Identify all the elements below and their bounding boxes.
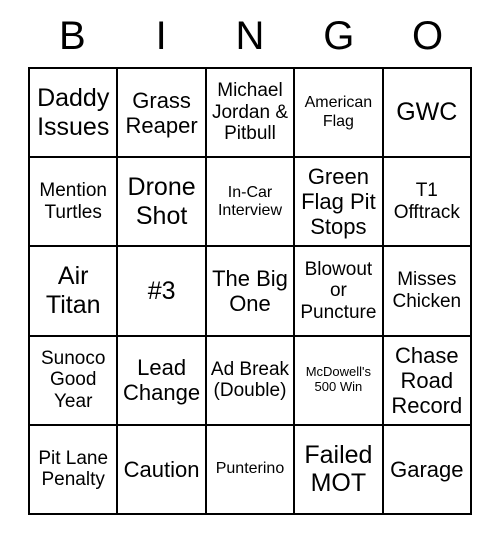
bingo-cell-label: Green Flag Pit Stops — [301, 164, 376, 240]
bingo-cell[interactable]: Air Titan — [30, 247, 119, 337]
bingo-cell-label: Daddy Issues — [37, 84, 110, 141]
bingo-cell[interactable]: The Big One — [206, 247, 296, 337]
bingo-cell-label: The Big One — [212, 265, 288, 316]
bingo-cell-label: Blowout or Puncture — [300, 258, 377, 323]
bingo-cell[interactable]: Chase Road Record — [383, 336, 472, 426]
bingo-cell[interactable]: Garage — [383, 425, 472, 515]
bingo-cell[interactable]: Drone Shot — [118, 158, 207, 248]
bingo-header: B I N G O — [28, 8, 472, 64]
bingo-cell-label: In-Car Interview — [217, 183, 282, 219]
bingo-cell[interactable]: Caution — [118, 425, 207, 515]
bingo-cell-label: Pit Lane Penalty — [38, 447, 109, 491]
header-letter-i: I — [155, 14, 167, 58]
bingo-cell[interactable]: Green Flag Pit Stops — [295, 158, 384, 248]
bingo-cell[interactable]: #3 — [118, 247, 207, 337]
bingo-cell[interactable]: Punterino — [206, 425, 296, 515]
bingo-cell-label: Sunoco Good Year — [40, 347, 106, 413]
bingo-cell-label: Ad Break (Double) — [210, 358, 290, 402]
bingo-cell-label: T1 Offtrack — [393, 180, 460, 223]
bingo-cell[interactable]: GWC — [383, 69, 472, 159]
bingo-cell-label: Lead Change — [123, 355, 201, 406]
bingo-cell-label: Chase Road Record — [391, 342, 463, 418]
bingo-cell[interactable]: Mention Turtles — [30, 158, 119, 248]
bingo-cell-label: Misses Chicken — [392, 269, 462, 312]
bingo-cell-label: Michael Jordan & Pitbull — [211, 80, 289, 145]
header-letter-o: O — [412, 14, 444, 58]
header-letter-g: G — [323, 14, 355, 58]
header-letter-n: N — [235, 14, 265, 58]
bingo-cell[interactable]: Sunoco Good Year — [30, 336, 119, 426]
bingo-cell[interactable]: In-Car Interview — [206, 158, 296, 248]
bingo-cell-label: Garage — [390, 456, 464, 482]
bingo-cell-label: #3 — [147, 276, 176, 305]
bingo-cell-label: Drone Shot — [127, 173, 196, 230]
bingo-cell-label: Grass Reaper — [125, 87, 198, 138]
bingo-cell[interactable]: American Flag — [295, 69, 384, 159]
bingo-grid: Daddy Issues Grass Reaper Michael Jordan… — [28, 67, 472, 515]
bingo-cell-label: McDowell's 500 Win — [305, 364, 372, 395]
bingo-cell[interactable]: Ad Break (Double) — [206, 336, 296, 426]
bingo-cell-label: GWC — [396, 98, 458, 127]
bingo-cell-label: American Flag — [304, 94, 373, 130]
header-letter-b: B — [59, 14, 86, 58]
bingo-cell-label: Failed MOT — [304, 440, 373, 498]
bingo-cell[interactable]: Daddy Issues — [30, 69, 119, 159]
bingo-cell-label: Mention Turtles — [39, 180, 107, 223]
bingo-cell-label: Punterino — [215, 460, 285, 478]
bingo-cell[interactable]: Pit Lane Penalty — [30, 425, 119, 515]
bingo-cell[interactable]: Misses Chicken — [383, 247, 472, 337]
bingo-cell-label: Air Titan — [45, 262, 101, 319]
bingo-cell[interactable]: T1 Offtrack — [383, 158, 472, 248]
bingo-card: B I N G O Daddy Issues Grass Reaper Mich… — [0, 0, 500, 544]
bingo-cell[interactable]: Failed MOT — [295, 425, 384, 515]
bingo-cell[interactable]: Grass Reaper — [118, 69, 207, 159]
bingo-cell[interactable]: Blowout or Puncture — [295, 247, 384, 337]
bingo-cell[interactable]: Michael Jordan & Pitbull — [206, 69, 296, 159]
bingo-cell[interactable]: Lead Change — [118, 336, 207, 426]
bingo-cell[interactable]: McDowell's 500 Win — [295, 336, 384, 426]
bingo-cell-label: Caution — [123, 456, 200, 482]
